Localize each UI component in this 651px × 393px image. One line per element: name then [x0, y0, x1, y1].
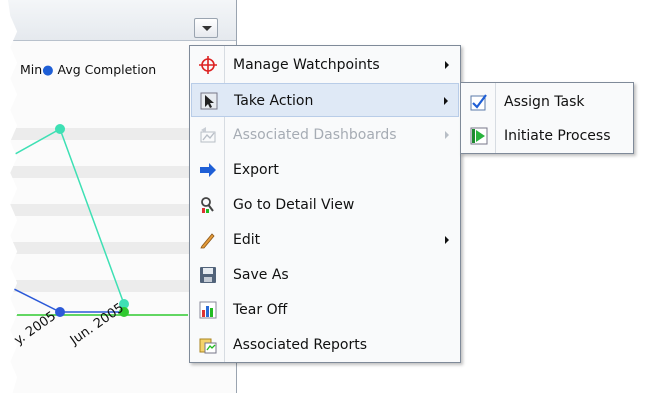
menu-item-save-as[interactable]: Save As: [191, 258, 459, 292]
submenu-arrow-icon: [445, 61, 449, 69]
menu-item-label: Associated Dashboards: [233, 127, 397, 143]
floppy-disk-icon: [200, 267, 216, 283]
submenu-arrow-icon: [445, 131, 449, 139]
menu-item-label: Associated Reports: [233, 337, 368, 353]
menu-item-associated-reports[interactable]: Associated Reports: [191, 328, 459, 362]
submenu-item-initiate-process[interactable]: Initiate Process: [462, 119, 632, 153]
crosshair-icon: [199, 56, 217, 74]
submenu-arrow-icon: [444, 97, 448, 105]
submenu-item-assign-task[interactable]: Assign Task: [462, 85, 632, 119]
menu-item-label: Save As: [233, 267, 289, 283]
play-process-icon: [470, 127, 488, 145]
pencil-icon: [200, 233, 215, 249]
menu-item-label: Manage Watchpoints: [233, 57, 380, 73]
menu-item-manage-watchpoints[interactable]: Manage Watchpoints: [191, 48, 459, 82]
menu-item-take-action[interactable]: Take Action: [191, 83, 459, 117]
menu-item-label: Edit: [233, 232, 261, 248]
chart-legend: Min● Avg Completion: [20, 62, 156, 78]
menu-item-label: Take Action: [234, 93, 314, 109]
submenu-item-label: Assign Task: [504, 94, 585, 110]
menu-item-associated-dashboards[interactable]: Associated Dashboards: [191, 118, 459, 152]
blue-point-may: [55, 307, 65, 317]
context-menu: Manage Watchpoints Take Action Associate…: [189, 45, 461, 363]
submenu-item-label: Initiate Process: [504, 128, 611, 144]
legend-fragment: Min: [20, 62, 43, 77]
take-action-submenu: Assign Task Initiate Process: [460, 82, 634, 154]
dashboard-icon: [200, 127, 216, 143]
menu-item-go-to-detail-view[interactable]: Go to Detail View: [191, 188, 459, 222]
menu-item-edit[interactable]: Edit: [191, 223, 459, 257]
export-arrow-icon: [200, 163, 216, 177]
menu-item-label: Export: [233, 162, 279, 178]
menu-item-export[interactable]: Export: [191, 153, 459, 187]
legend-dot-icon: ●: [42, 63, 54, 78]
menu-item-label: Go to Detail View: [233, 197, 355, 213]
legend-label: Avg Completion: [57, 62, 157, 77]
reports-icon: [199, 338, 217, 354]
x-tick-label-jun: Jun. 2005: [67, 301, 127, 349]
menu-item-tear-off[interactable]: Tear Off: [191, 293, 459, 327]
submenu-arrow-icon: [445, 236, 449, 244]
teal-point-may: [55, 124, 65, 134]
tear-off-chart-icon: [199, 301, 217, 319]
teal-series-line: [8, 127, 125, 305]
checkbox-icon: [470, 94, 487, 111]
detail-view-icon: [201, 197, 214, 213]
menu-item-label: Tear Off: [233, 302, 288, 318]
cursor-icon: [200, 92, 218, 110]
